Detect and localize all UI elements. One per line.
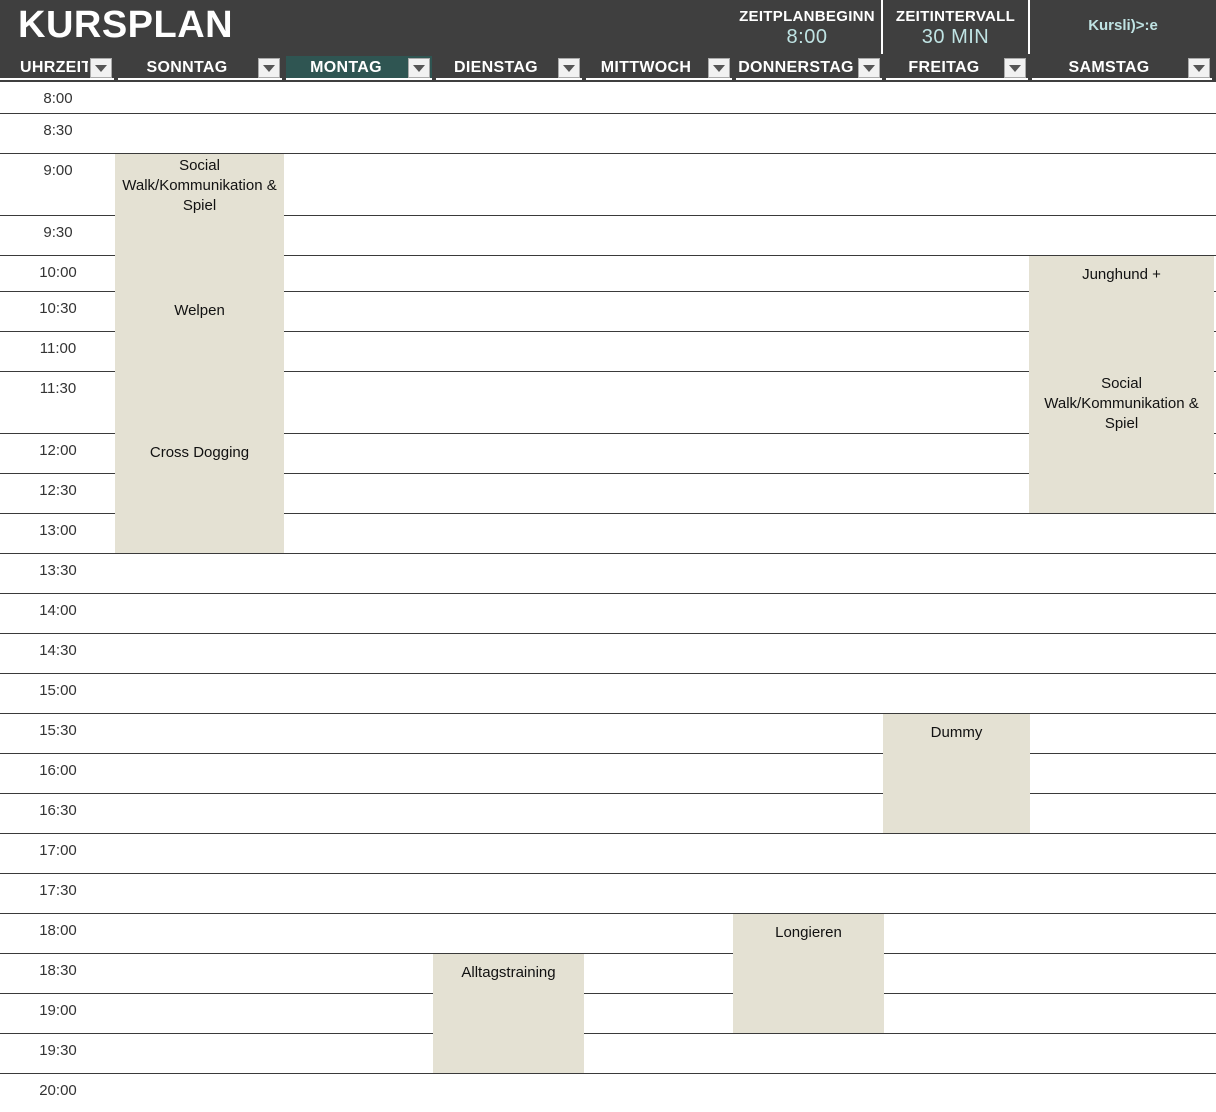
row-divider xyxy=(0,553,1216,554)
time-label: 14:30 xyxy=(39,642,77,659)
time-label: 17:30 xyxy=(39,882,77,899)
row-divider xyxy=(0,873,1216,874)
time-interval-box[interactable]: ZEITINTERVALL 30 MIN xyxy=(883,0,1028,54)
event-label: Alltagstraining xyxy=(461,964,556,981)
column-header-donnerstag[interactable]: DONNERSTAG xyxy=(736,56,882,80)
column-header-mittwoch[interactable]: MITTWOCH xyxy=(586,56,732,80)
column-header-samstag[interactable]: SAMSTAG xyxy=(1032,56,1212,80)
time-label: 11:00 xyxy=(39,340,77,357)
column-header-freitag[interactable]: FREITAG xyxy=(886,56,1028,80)
column-header-label: DONNERSTAG xyxy=(738,59,854,76)
time-label: 13:30 xyxy=(39,562,77,579)
time-label: 19:00 xyxy=(39,1002,77,1019)
time-label: 16:00 xyxy=(39,762,77,779)
column-header-label: DIENSTAG xyxy=(454,59,538,76)
row-divider xyxy=(0,633,1216,634)
event-label: Junghund + xyxy=(1082,266,1161,283)
time-label: 9:30 xyxy=(43,224,73,241)
brand-logo: Kursli)>:e xyxy=(1088,17,1158,34)
filter-dropdown-icon[interactable] xyxy=(1188,58,1210,78)
column-header-label: SONNTAG xyxy=(146,59,228,76)
page-title: KURSPLAN xyxy=(18,4,234,46)
row-divider xyxy=(0,753,1216,754)
column-header-dienstag[interactable]: DIENSTAG xyxy=(436,56,582,80)
row-divider xyxy=(0,1033,1216,1034)
column-header-label: SAMSTAG xyxy=(1068,59,1150,76)
row-divider xyxy=(0,593,1216,594)
column-header-uhrzeit[interactable]: UHRZEIT xyxy=(0,56,114,80)
filter-dropdown-icon[interactable] xyxy=(1004,58,1026,78)
event-label: Dummy xyxy=(930,724,983,741)
row-divider xyxy=(0,993,1216,994)
event-label: Social Walk/Kommunikation & Spiel xyxy=(122,157,277,214)
time-label: 12:30 xyxy=(39,482,77,499)
filter-dropdown-icon[interactable] xyxy=(858,58,880,78)
time-label: 16:30 xyxy=(39,802,77,819)
column-header-label: MONTAG xyxy=(310,59,382,76)
time-interval-label: ZEITINTERVALL xyxy=(895,8,1016,25)
filter-dropdown-icon[interactable] xyxy=(558,58,580,78)
event-block-freitag[interactable]: Dummy xyxy=(883,714,1030,833)
column-header-sonntag[interactable]: SONNTAG xyxy=(118,56,282,80)
column-header-montag[interactable]: MONTAG xyxy=(286,56,432,80)
event-block-samstag[interactable]: Junghund + Social Walk/Kommunikation & Sp… xyxy=(1029,256,1214,513)
schedule-start-value[interactable]: 8:00 xyxy=(733,26,881,49)
time-label: 18:00 xyxy=(39,922,77,939)
time-label: 19:30 xyxy=(39,1042,77,1059)
row-divider xyxy=(0,953,1216,954)
time-label: 17:00 xyxy=(39,842,77,859)
column-header-row: UHRZEIT SONNTAG MONTAG DIENSTAG MITTWOCH DONN… xyxy=(0,54,1216,82)
event-block-dienstag[interactable]: Alltagstraining xyxy=(433,954,584,1073)
time-label: 10:30 xyxy=(39,300,77,317)
time-label: 11:30 xyxy=(39,380,77,397)
time-label: 14:00 xyxy=(39,602,77,619)
row-divider xyxy=(0,793,1216,794)
column-header-label: UHRZEIT xyxy=(20,59,88,76)
time-label: 15:00 xyxy=(39,682,77,699)
time-label: 8:30 xyxy=(43,122,73,139)
filter-dropdown-icon[interactable] xyxy=(408,58,430,78)
column-header-label: FREITAG xyxy=(908,59,980,76)
event-block-sonntag[interactable]: Social Walk/Kommunikation & Spiel Welpen C… xyxy=(115,154,284,553)
time-label: 15:30 xyxy=(39,722,77,739)
time-interval-value[interactable]: 30 MIN xyxy=(883,26,1028,49)
column-header-label: MITTWOCH xyxy=(600,59,692,76)
row-divider xyxy=(0,1073,1216,1074)
row-divider xyxy=(0,833,1216,834)
time-label: 20:00 xyxy=(39,1082,77,1099)
row-divider xyxy=(0,713,1216,714)
time-label: 12:00 xyxy=(39,442,77,459)
event-label: Cross Dogging xyxy=(149,444,250,461)
time-label: 13:00 xyxy=(39,522,77,539)
filter-dropdown-icon[interactable] xyxy=(708,58,730,78)
time-label: 10:00 xyxy=(39,264,77,281)
filter-dropdown-icon[interactable] xyxy=(258,58,280,78)
filter-dropdown-icon[interactable] xyxy=(90,58,112,78)
event-label: Social Walk/Kommunikation & Spiel xyxy=(1044,375,1199,432)
row-divider xyxy=(0,673,1216,674)
row-divider xyxy=(0,913,1216,914)
time-label: 18:30 xyxy=(39,962,77,979)
event-block-donnerstag[interactable]: Longieren xyxy=(733,914,884,1033)
schedule-start-label: ZEITPLANBEGINN xyxy=(739,8,875,25)
event-label: Longieren xyxy=(775,924,842,941)
time-label: 8:00 xyxy=(43,90,73,107)
event-label: Welpen xyxy=(174,302,225,319)
time-label: 9:00 xyxy=(43,162,73,179)
row-divider xyxy=(0,113,1216,114)
app-header: KURSPLAN ZEITPLANBEGINN 8:00 ZEITINTERVA… xyxy=(0,0,1216,54)
schedule-start-box[interactable]: ZEITPLANBEGINN 8:00 xyxy=(733,0,881,54)
